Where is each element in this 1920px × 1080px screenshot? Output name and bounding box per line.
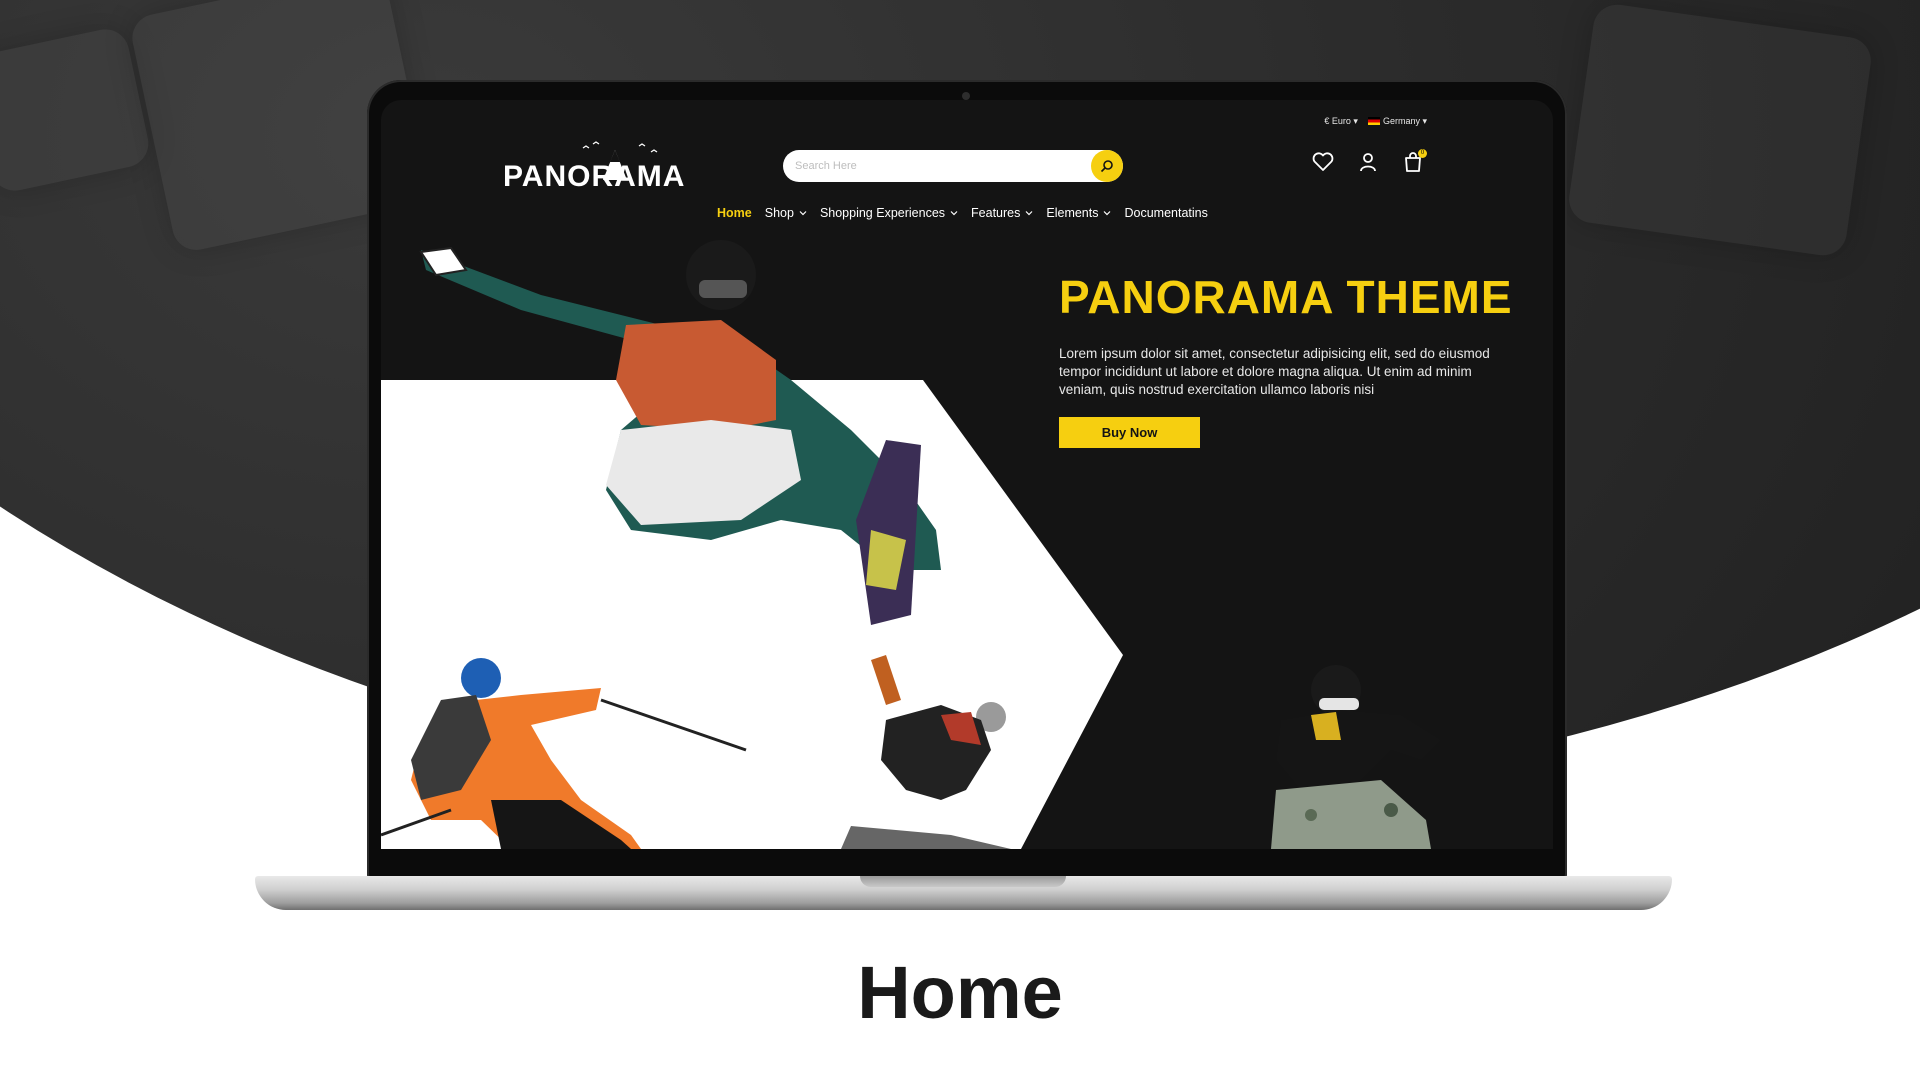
- buy-now-button[interactable]: Buy Now: [1059, 417, 1200, 448]
- hero-description: Lorem ipsum dolor sit amet, consectetur …: [1059, 346, 1490, 397]
- search-input[interactable]: [793, 159, 1077, 173]
- heart-icon: [1312, 152, 1334, 171]
- user-icon: [1360, 153, 1376, 172]
- search-bar: [783, 150, 1123, 182]
- chevron-down-icon: [950, 211, 958, 216]
- wishlist-button[interactable]: [1311, 150, 1335, 174]
- germany-flag-icon: [1367, 117, 1380, 125]
- chevron-down-icon: [1025, 211, 1033, 216]
- nav-item-shopping-experiences[interactable]: Shopping Experiences: [820, 206, 958, 220]
- nav-item-features[interactable]: Features: [971, 206, 1033, 220]
- cart-button[interactable]: 0: [1401, 149, 1427, 174]
- faded-preview-card: [1566, 1, 1874, 259]
- main-navigation: Home Shop Shopping Experiences Features …: [717, 206, 1208, 220]
- locale-selector-bar: € Euro ▾ Germany ▾: [1324, 116, 1427, 127]
- cart-count-badge: 0: [1418, 149, 1427, 158]
- page-caption: Home: [857, 951, 1063, 1034]
- country-selector[interactable]: Germany ▾: [1367, 116, 1427, 127]
- website-screen: € Euro ▾ Germany ▾ PANORAMA Search Here …: [381, 100, 1553, 849]
- site-logo[interactable]: PANORAMA: [503, 141, 708, 204]
- search-button[interactable]: [1091, 150, 1123, 182]
- laptop-mockup: € Euro ▾ Germany ▾ PANORAMA Search Here …: [367, 80, 1567, 880]
- chevron-down-icon: [1104, 211, 1111, 216]
- nav-item-elements[interactable]: Elements: [1046, 206, 1111, 220]
- nav-item-shop[interactable]: Shop: [765, 206, 807, 220]
- chevron-down-icon: [799, 211, 807, 216]
- header-actions: 0: [1311, 149, 1427, 174]
- laptop-camera: [962, 92, 970, 100]
- logo-text: PANORAMA: [503, 160, 686, 193]
- account-button[interactable]: [1356, 150, 1380, 174]
- nav-item-home[interactable]: Home: [717, 206, 752, 220]
- laptop-base: [255, 876, 1672, 910]
- laptop-notch: [860, 876, 1066, 887]
- search-icon: [1100, 160, 1113, 173]
- currency-selector[interactable]: € Euro ▾: [1324, 116, 1358, 127]
- snowboarder-right-image: [1271, 665, 1441, 849]
- nav-item-documentations[interactable]: Documentatins: [1124, 206, 1207, 220]
- hero-title: PANORAMA THEME: [1059, 271, 1513, 323]
